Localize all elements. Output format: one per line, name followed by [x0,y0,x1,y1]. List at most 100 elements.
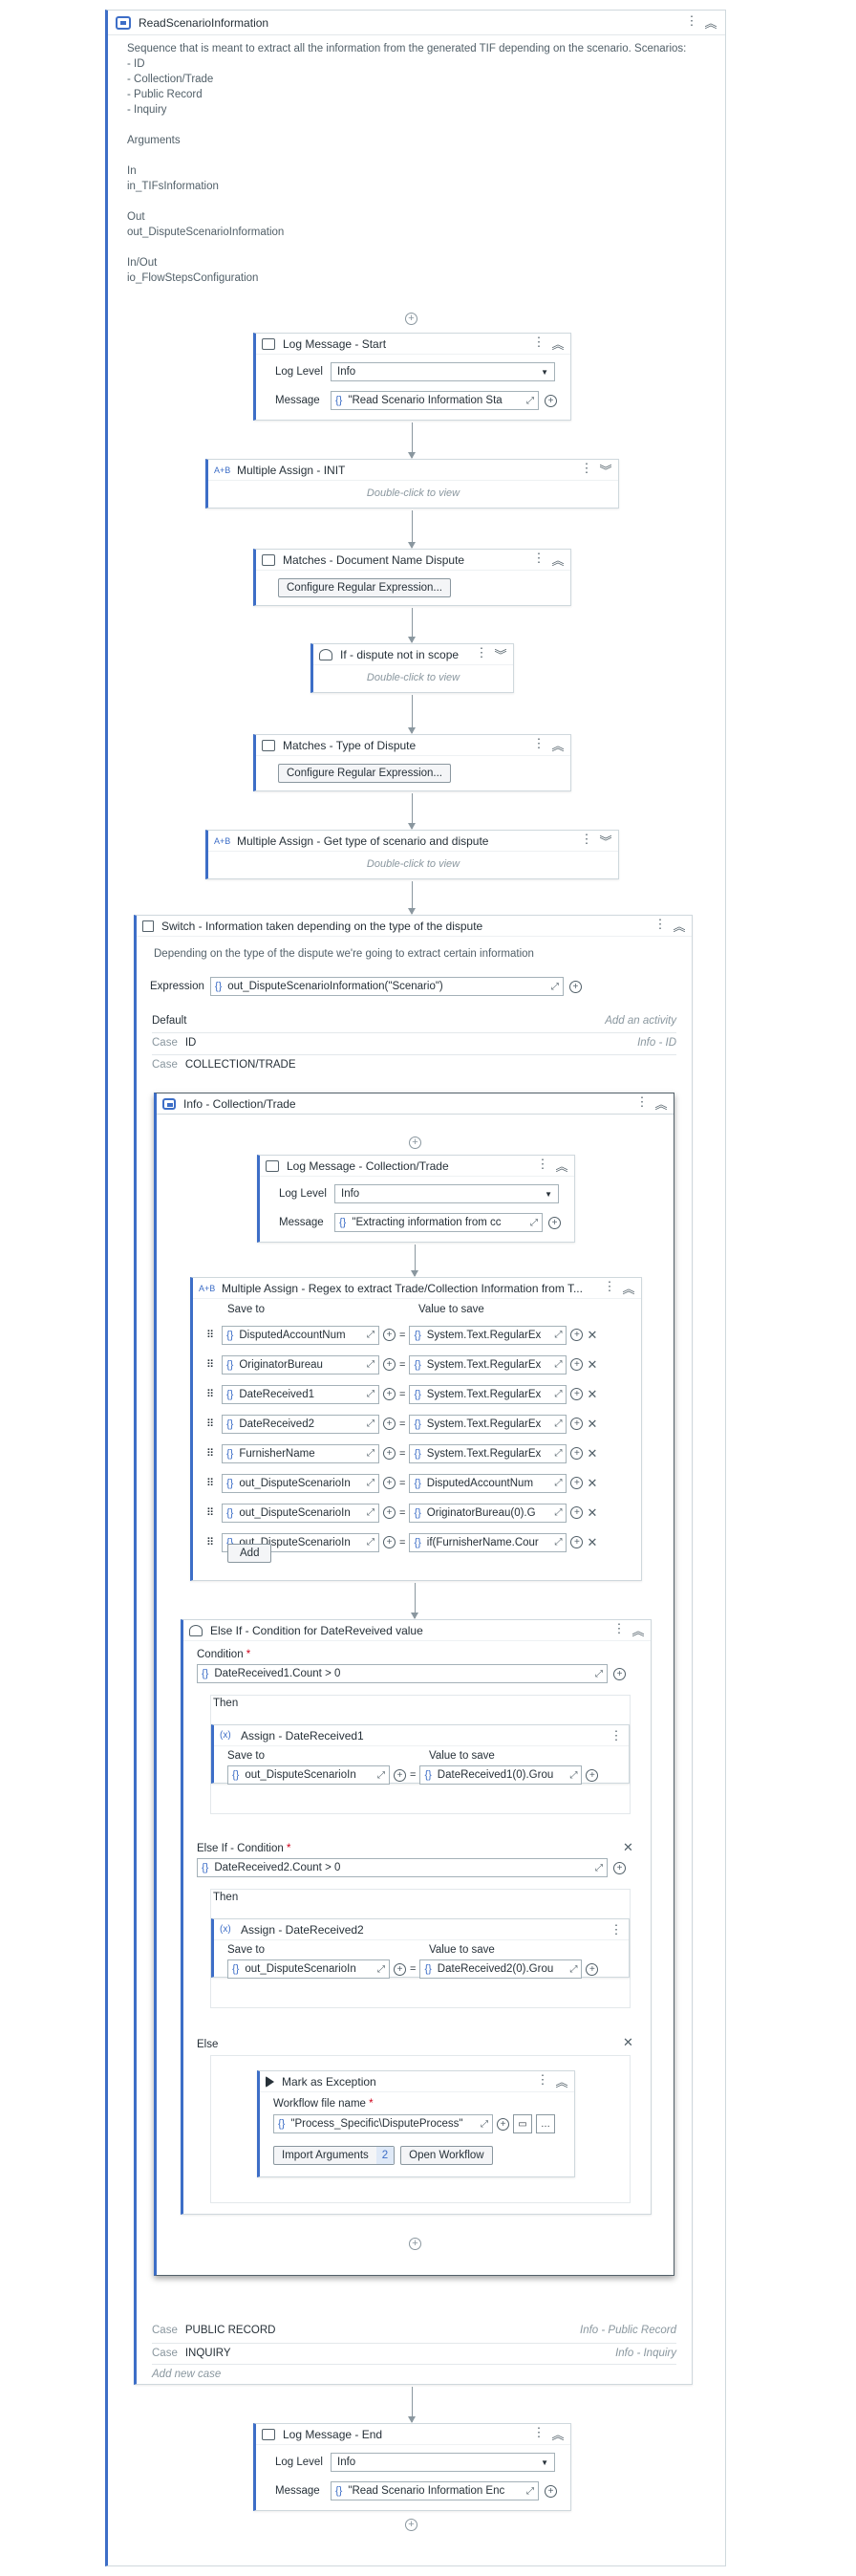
add-icon[interactable]: + [613,1861,626,1874]
expand-icon[interactable]: ⤢ [530,1218,538,1228]
add-new-case-row[interactable]: Add new case [152,2364,676,2383]
collapse-icon[interactable]: ︽ [551,551,565,569]
expand-icon[interactable]: ⤢ [377,1964,385,1975]
expand-icon[interactable]: ⤢ [367,1478,374,1488]
matches-document-name[interactable]: Matches - Document Name Dispute ⋮ ︽ Confi… [253,549,571,606]
expand-icon[interactable]: ⤢ [554,1537,562,1548]
expand-icon[interactable]: ⤢ [367,1537,374,1548]
folder-icon[interactable]: ▭ [513,2114,532,2133]
expand-icon[interactable]: ︾ [599,461,612,479]
add-icon[interactable]: + [570,1447,584,1460]
configure-regex-button[interactable]: Configure Regular Expression... [278,578,451,597]
case-row-id[interactable]: Case ID Info - ID [152,1032,676,1051]
expand-icon[interactable]: ⤢ [554,1418,562,1429]
add-icon[interactable]: + [405,2519,417,2531]
delete-icon[interactable]: ✕ [587,1505,597,1521]
multiple-assign-init[interactable]: A+B Multiple Assign - INIT ⋮ ︾ Double-cli… [205,459,619,509]
delete-icon[interactable]: ✕ [587,1357,597,1373]
condition-field[interactable]: {} DateReceived1.Count > 0 ⤢ [197,1664,608,1683]
collapse-icon[interactable]: ︽ [551,335,565,353]
expand-icon[interactable]: ⤢ [554,1389,562,1399]
open-workflow-button[interactable]: Open Workflow [400,2146,493,2165]
add-icon[interactable]: + [568,980,582,993]
expand-icon[interactable]: ⤢ [367,1448,374,1459]
more-icon[interactable]: ⋮ [653,917,667,935]
case-row-collection[interactable]: Case COLLECTION/TRADE [152,1054,676,1073]
more-icon[interactable]: ⋮ [532,2425,546,2443]
assign-row[interactable]: ⠿{} OriginatorBureau ⤢ + ={} System.Text.Regu… [206,1350,597,1379]
collapse-icon[interactable]: ︽ [654,1094,668,1113]
save-to-field[interactable]: {} out_DisputeScenarioIn ⤢ [222,1503,379,1523]
browse-icon[interactable]: … [536,2114,555,2133]
save-to-field[interactable]: {} out_DisputeScenarioIn ⤢ [227,1959,390,1979]
multiple-assign-get-type[interactable]: A+B Multiple Assign - Get type of scenar… [205,830,619,879]
drag-handle-icon[interactable]: ⠿ [206,1477,218,1489]
drag-handle-icon[interactable]: ⠿ [206,1358,218,1371]
expand-icon[interactable]: ⤢ [569,1964,577,1975]
collapse-icon[interactable]: ︽ [673,917,686,935]
assign-row[interactable]: ⠿{} out_DisputeScenarioIn ⤢ + ={} DisputedAcc… [206,1468,597,1498]
add-icon[interactable]: + [570,1388,584,1400]
more-icon[interactable]: ⋮ [532,551,546,569]
expand-icon[interactable]: ⤢ [526,396,534,406]
add-icon[interactable]: + [545,2484,557,2498]
drag-handle-icon[interactable]: ⠿ [206,1388,218,1400]
add-icon[interactable]: + [409,1136,421,1149]
add-icon[interactable]: + [570,1477,584,1489]
add-icon[interactable]: + [613,1667,626,1680]
expand-icon[interactable]: ⤢ [367,1507,374,1518]
add-icon[interactable]: + [394,1768,406,1782]
value-field[interactable]: {} System.Text.RegularEx ⤢ [409,1354,567,1375]
matches-type-of-dispute[interactable]: Matches - Type of Dispute ⋮ ︽ Configure R… [253,734,571,791]
expand-icon[interactable]: ⤢ [554,1359,562,1370]
expand-icon[interactable]: ⤢ [481,2119,488,2130]
value-field[interactable]: {} System.Text.RegularEx ⤢ [409,1325,567,1345]
assign-row[interactable]: ⠿{} DateReceived1 ⤢ + ={} System.Text.Regular… [206,1379,597,1409]
save-to-field[interactable]: {} out_DisputeScenarioIn ⤢ [227,1765,390,1785]
drag-handle-icon[interactable]: ⠿ [206,1329,218,1341]
more-icon[interactable]: ⋮ [580,461,593,479]
expand-icon[interactable]: ⤢ [569,1770,577,1781]
add-icon[interactable]: + [586,1768,599,1782]
save-to-field[interactable]: {} out_DisputeScenarioIn ⤢ [222,1473,379,1493]
add-icon[interactable]: + [586,1962,599,1976]
add-icon[interactable]: + [570,1506,584,1519]
expand-icon[interactable]: ⤢ [554,1478,562,1488]
drag-handle-icon[interactable]: ⠿ [206,1536,218,1548]
log-message-start[interactable]: Log Message - Start ⋮ ︽ Log Level Info Me… [253,333,571,421]
workflow-file-field[interactable]: {} "Process_Specific\DisputeProcess" ⤢ [273,2114,493,2133]
more-icon[interactable]: ⋮ [536,2072,549,2090]
collapse-icon[interactable]: ︽ [631,1621,645,1639]
add-icon[interactable]: + [383,1506,396,1519]
more-icon[interactable]: ⋮ [635,1094,649,1113]
more-icon[interactable]: ⋮ [532,335,546,353]
case-row-inquiry[interactable]: Case INQUIRY Info - Inquiry [152,2343,676,2362]
expand-icon[interactable]: ⤢ [595,1863,603,1873]
drag-handle-icon[interactable]: ⠿ [206,1506,218,1519]
expand-icon[interactable]: ︾ [599,832,612,850]
expand-icon[interactable]: ⤢ [595,1669,603,1679]
more-icon[interactable]: ⋮ [610,1922,623,1937]
add-icon[interactable]: + [548,1216,561,1229]
log-message-collection[interactable]: Log Message - Collection/Trade ⋮ ︽ Log Le… [257,1155,575,1243]
assign-date-received-1[interactable]: (x) Assign - DateReceived1 ⋮ Save to Val… [211,1724,630,1785]
add-activity-link[interactable]: Add an activity [605,1015,676,1027]
add-icon[interactable]: + [383,1418,396,1430]
value-field[interactable]: {} System.Text.RegularEx ⤢ [409,1443,567,1463]
sequence-header[interactable]: ReadScenarioInformation ⋮ ︽ [108,11,725,35]
add-icon[interactable]: + [570,1418,584,1430]
expand-icon[interactable]: ⤢ [551,982,559,992]
mark-as-exception[interactable]: Mark as Exception ⋮ ︽ Workflow file name … [257,2070,575,2177]
expand-icon[interactable]: ⤢ [367,1418,374,1429]
expand-icon[interactable]: ︾ [494,645,507,663]
drag-handle-icon[interactable]: ⠿ [206,1447,218,1460]
add-icon[interactable]: + [409,2238,421,2250]
add-icon[interactable]: + [383,1477,396,1489]
save-to-field[interactable]: {} DateReceived2 ⤢ [222,1414,379,1434]
delete-icon[interactable]: ✕ [587,1387,597,1402]
more-icon[interactable]: ⋮ [685,13,698,32]
expand-icon[interactable]: ⤢ [554,1448,562,1459]
collapse-icon[interactable]: ︽ [551,2425,565,2443]
condition2-field[interactable]: {} DateReceived2.Count > 0 ⤢ [197,1858,608,1877]
add-icon[interactable]: + [545,394,557,407]
